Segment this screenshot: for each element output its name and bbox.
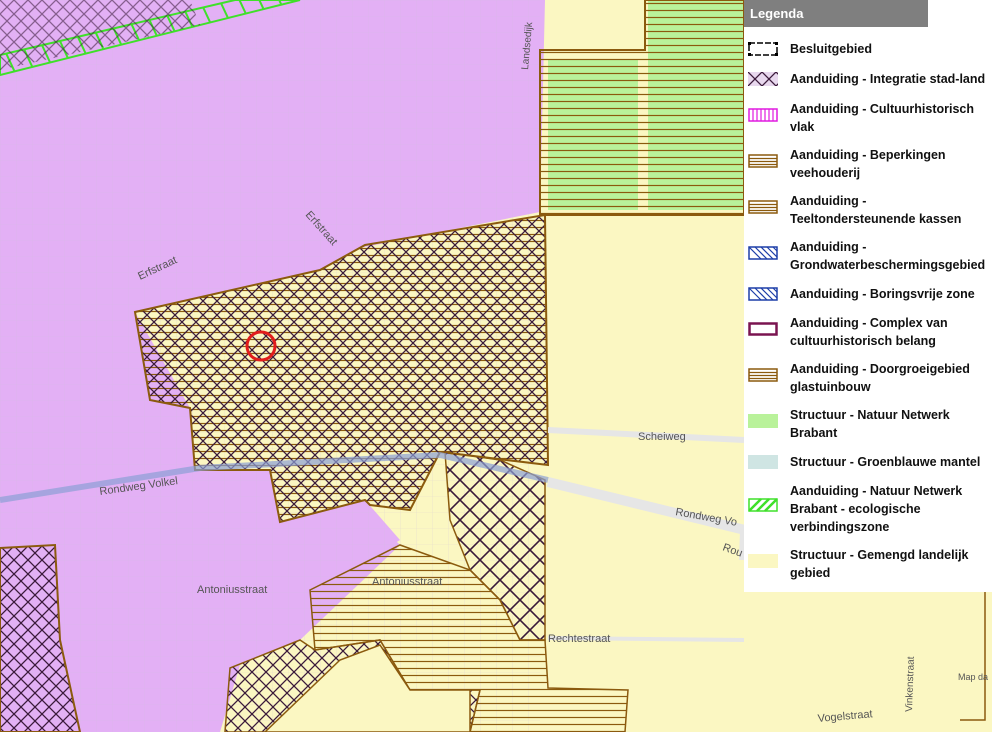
label-vinkenstraat: Vinkenstraat <box>904 656 917 712</box>
legend-label: Aanduiding - Cultuurhistorisch vlak <box>790 102 975 134</box>
legend-label: Structuur - Natuur Netwerk Brabant <box>790 408 950 440</box>
legend-label: Aanduiding - Complex van cultuurhistoris… <box>790 316 948 348</box>
legend-label: Aanduiding - Natuur Netwerk Brabant - ec… <box>790 484 963 534</box>
lightblue-swatch-icon <box>748 455 778 469</box>
legend-label: Aanduiding - Integratie stad-land <box>790 72 986 86</box>
diagonal-blue-swatch-icon <box>748 246 778 260</box>
map-credit: Map da <box>958 672 988 682</box>
vertical-stripe-swatch-icon <box>748 108 778 122</box>
legend-label: Structuur - Groenblauwe mantel <box>790 455 981 469</box>
legend-label: Besluitgebied <box>790 42 872 56</box>
label-scheiweg: Scheiweg <box>638 431 686 443</box>
horizontal-stripe-swatch-icon <box>748 154 778 168</box>
label-antoniusstraat-1: Antoniusstraat <box>197 584 267 596</box>
legend-panel: Legenda Besluitgebied Aanduiding - Integ… <box>744 0 992 592</box>
horizontal-stripe-swatch-icon <box>748 368 778 382</box>
legend-label: Aanduiding - Boringsvrije zone <box>790 287 975 301</box>
label-antoniusstraat-2: Antoniusstraat <box>372 576 442 588</box>
label-rechtestraat: Rechtestraat <box>548 633 610 645</box>
lightgreen-swatch-icon <box>748 414 778 428</box>
diagonal-green-swatch-icon <box>748 498 778 512</box>
legend-label: Aanduiding - Doorgroeigebied glastuinbou… <box>790 362 970 394</box>
legend-label: Structuur - Gemengd landelijk gebied <box>790 548 969 580</box>
legend-label: Aanduiding - Grondwaterbeschermingsgebie… <box>790 240 986 272</box>
boundary-swatch-icon <box>748 42 778 56</box>
horizontal-stripe-swatch-icon <box>748 200 778 214</box>
crosshatch-swatch-icon <box>748 72 778 86</box>
legend-label: Aanduiding - Beperkingen veehouderij <box>790 148 946 180</box>
outline-purple-swatch-icon <box>748 322 778 336</box>
legend-label: Aanduiding - Teeltondersteunende kassen <box>790 194 962 226</box>
yellow-swatch-icon <box>748 554 778 568</box>
diagonal-blue-swatch-icon <box>748 287 778 301</box>
legend-title[interactable]: Legenda <box>744 0 928 27</box>
